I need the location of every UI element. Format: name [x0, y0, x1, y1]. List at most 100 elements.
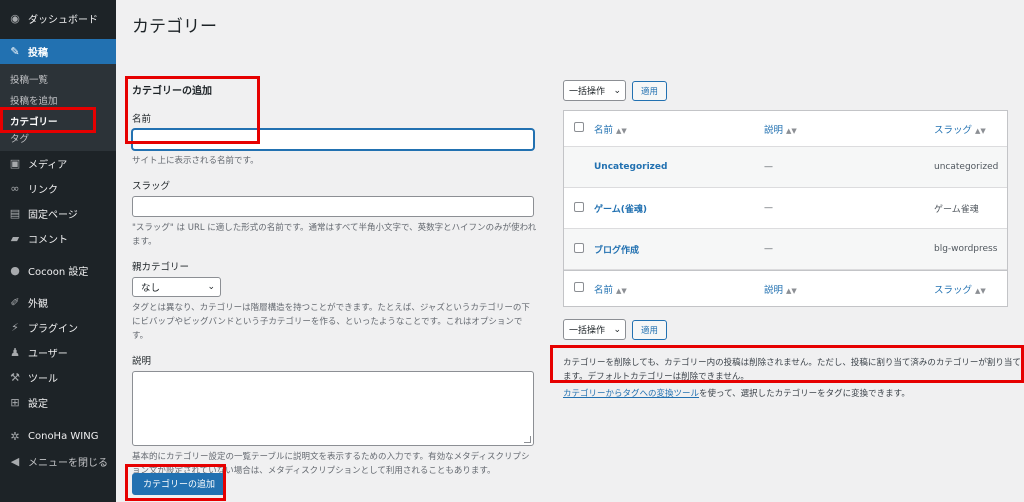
category-name-link[interactable]: ゲーム(雀魂): [594, 202, 764, 215]
add-category-button[interactable]: カテゴリーの追加: [132, 473, 227, 495]
column-name-header[interactable]: 名前 ▲▼: [594, 122, 764, 136]
pin-icon: ✎: [10, 45, 20, 58]
column-name-label: 名前: [594, 124, 614, 136]
bulk-action-value: 一括操作: [569, 87, 606, 97]
menu-plugins[interactable]: ⚡ プラグイン: [0, 315, 116, 340]
row-checkbox[interactable]: [574, 242, 584, 253]
link-icon: ∞: [10, 182, 20, 195]
menu-links[interactable]: ∞ リンク: [0, 176, 116, 201]
convert-notice: カテゴリーからタグへの変換ツールを使って、選択したカテゴリーをタグに変換できます…: [563, 387, 1024, 399]
bulk-action-select[interactable]: 一括操作 ⌄: [563, 80, 626, 101]
submenu-categories[interactable]: カテゴリー: [0, 112, 116, 133]
column-name-footer[interactable]: 名前 ▲▼: [594, 282, 764, 296]
resize-handle-icon[interactable]: [524, 436, 531, 443]
menu-posts[interactable]: ✎ 投稿: [0, 39, 116, 64]
menu-tools-label: ツール: [28, 374, 58, 385]
category-description: —: [764, 162, 773, 172]
parent-label: 親カテゴリー: [132, 262, 190, 273]
column-description-footer[interactable]: 説明 ▲▼: [764, 282, 934, 296]
bulk-action-select-bottom[interactable]: 一括操作 ⌄: [563, 319, 626, 340]
form-heading: カテゴリーの追加: [132, 86, 212, 97]
select-all-checkbox-footer[interactable]: [574, 282, 584, 292]
menu-pages[interactable]: ▤ 固定ページ: [0, 201, 116, 226]
delete-notice: カテゴリーを削除しても、カテゴリー内の投稿は削除されません。ただし、投稿に割り当…: [563, 358, 1024, 382]
parent-select[interactable]: なし ⌄: [132, 277, 221, 297]
categories-table: 名前 ▲▼ 説明 ▲▼ スラッグ ▲▼ Uncategorized — uncateg…: [563, 110, 1008, 307]
apply-button[interactable]: 適用: [632, 80, 668, 101]
sort-icon: ▲▼: [975, 286, 986, 295]
column-description-label: 説明: [764, 124, 784, 136]
menu-collapse-label: メニューを閉じる: [28, 458, 108, 469]
apply-button-bottom[interactable]: 適用: [632, 319, 668, 340]
category-name-link[interactable]: Uncategorized: [594, 162, 764, 172]
name-label: 名前: [132, 114, 152, 125]
table-header-row: 名前 ▲▼ 説明 ▲▼ スラッグ ▲▼: [564, 111, 1007, 147]
column-slug-footer[interactable]: スラッグ ▲▼: [934, 282, 1007, 296]
settings-icon: ⊞: [10, 396, 20, 409]
category-tag-converter-link[interactable]: カテゴリーからタグへの変換ツール: [563, 389, 699, 399]
menu-media[interactable]: ▣ メディア: [0, 151, 116, 176]
menu-users[interactable]: ♟ ユーザー: [0, 340, 116, 365]
user-icon: ♟: [10, 346, 20, 359]
select-all-checkbox[interactable]: [574, 122, 584, 132]
menu-settings-label: 設定: [28, 399, 48, 410]
posts-submenu: 投稿一覧 投稿を追加 カテゴリー タグ: [0, 64, 116, 151]
submenu-all-posts[interactable]: 投稿一覧: [0, 70, 116, 91]
parent-select-value: なし: [141, 283, 161, 294]
submenu-tags[interactable]: タグ: [0, 133, 116, 147]
table-footer-row: 名前 ▲▼ 説明 ▲▼ スラッグ ▲▼: [564, 270, 1007, 306]
slug-input[interactable]: [132, 196, 534, 217]
column-name-label: 名前: [594, 284, 614, 296]
menu-settings[interactable]: ⊞ 設定: [0, 390, 116, 415]
menu-posts-label: 投稿: [28, 48, 48, 59]
slug-label: スラッグ: [132, 181, 171, 192]
page-title: カテゴリー: [132, 17, 217, 37]
sort-icon: ▲▼: [616, 126, 627, 135]
chevron-down-icon: ⌄: [207, 282, 215, 292]
menu-plugins-label: プラグイン: [28, 324, 78, 335]
menu-collapse[interactable]: ◀ メニューを閉じる: [0, 449, 116, 474]
bulk-actions-top: 一括操作 ⌄ 適用: [563, 80, 1008, 101]
category-name-link[interactable]: ブログ作成: [594, 243, 764, 256]
cocoon-icon: ●: [10, 264, 20, 277]
parent-help: タグとは異なり、カテゴリーは階層構造を持つことができます。たとえば、ジャズという…: [132, 303, 530, 341]
gear-icon: ✲: [10, 430, 20, 443]
menu-cocoon[interactable]: ● Cocoon 設定: [0, 258, 116, 283]
submenu-add-post[interactable]: 投稿を追加: [0, 91, 116, 112]
menu-dashboard[interactable]: ◉ ダッシュボード: [0, 6, 116, 31]
menu-users-label: ユーザー: [28, 349, 68, 360]
wrench-icon: ⚒: [10, 371, 20, 384]
collapse-icon: ◀: [10, 455, 20, 468]
category-description: —: [764, 203, 773, 213]
bulk-action-value: 一括操作: [569, 326, 606, 336]
page-icon: ▤: [9, 207, 21, 220]
menu-tools[interactable]: ⚒ ツール: [0, 365, 116, 390]
category-list: 一括操作 ⌄ 適用 名前 ▲▼ 説明 ▲▼ スラッグ ▲▼ Uncategorized…: [563, 80, 1024, 399]
sort-icon: ▲▼: [786, 126, 797, 135]
column-slug-label: スラッグ: [934, 284, 973, 296]
menu-appearance[interactable]: ✐ 外観: [0, 290, 116, 315]
comment-icon: ▰: [10, 232, 20, 245]
sort-icon: ▲▼: [616, 286, 627, 295]
menu-conoha-label: ConoHa WING: [28, 431, 99, 442]
description-label: 説明: [132, 356, 152, 367]
dashboard-icon: ◉: [10, 12, 20, 25]
column-description-label: 説明: [764, 284, 784, 296]
category-slug: uncategorized: [934, 162, 999, 172]
column-slug-header[interactable]: スラッグ ▲▼: [934, 122, 1007, 136]
row-checkbox[interactable]: [574, 201, 584, 212]
menu-media-label: メディア: [28, 160, 68, 171]
column-description-header[interactable]: 説明 ▲▼: [764, 122, 934, 136]
menu-cocoon-label: Cocoon 設定: [28, 267, 89, 278]
menu-comments[interactable]: ▰ コメント: [0, 226, 116, 251]
menu-pages-label: 固定ページ: [28, 210, 78, 221]
brush-icon: ✐: [10, 296, 20, 309]
name-help: サイト上に表示される名前です。: [132, 156, 259, 166]
bulk-actions-bottom: 一括操作 ⌄ 適用: [563, 319, 1008, 340]
menu-conoha[interactable]: ✲ ConoHa WING: [0, 424, 116, 449]
category-slug: ゲーム雀魂: [934, 204, 979, 215]
description-textarea[interactable]: [132, 371, 534, 446]
name-input[interactable]: [132, 129, 534, 150]
table-row: Uncategorized — uncategorized: [564, 147, 1007, 188]
menu-links-label: リンク: [28, 185, 58, 196]
